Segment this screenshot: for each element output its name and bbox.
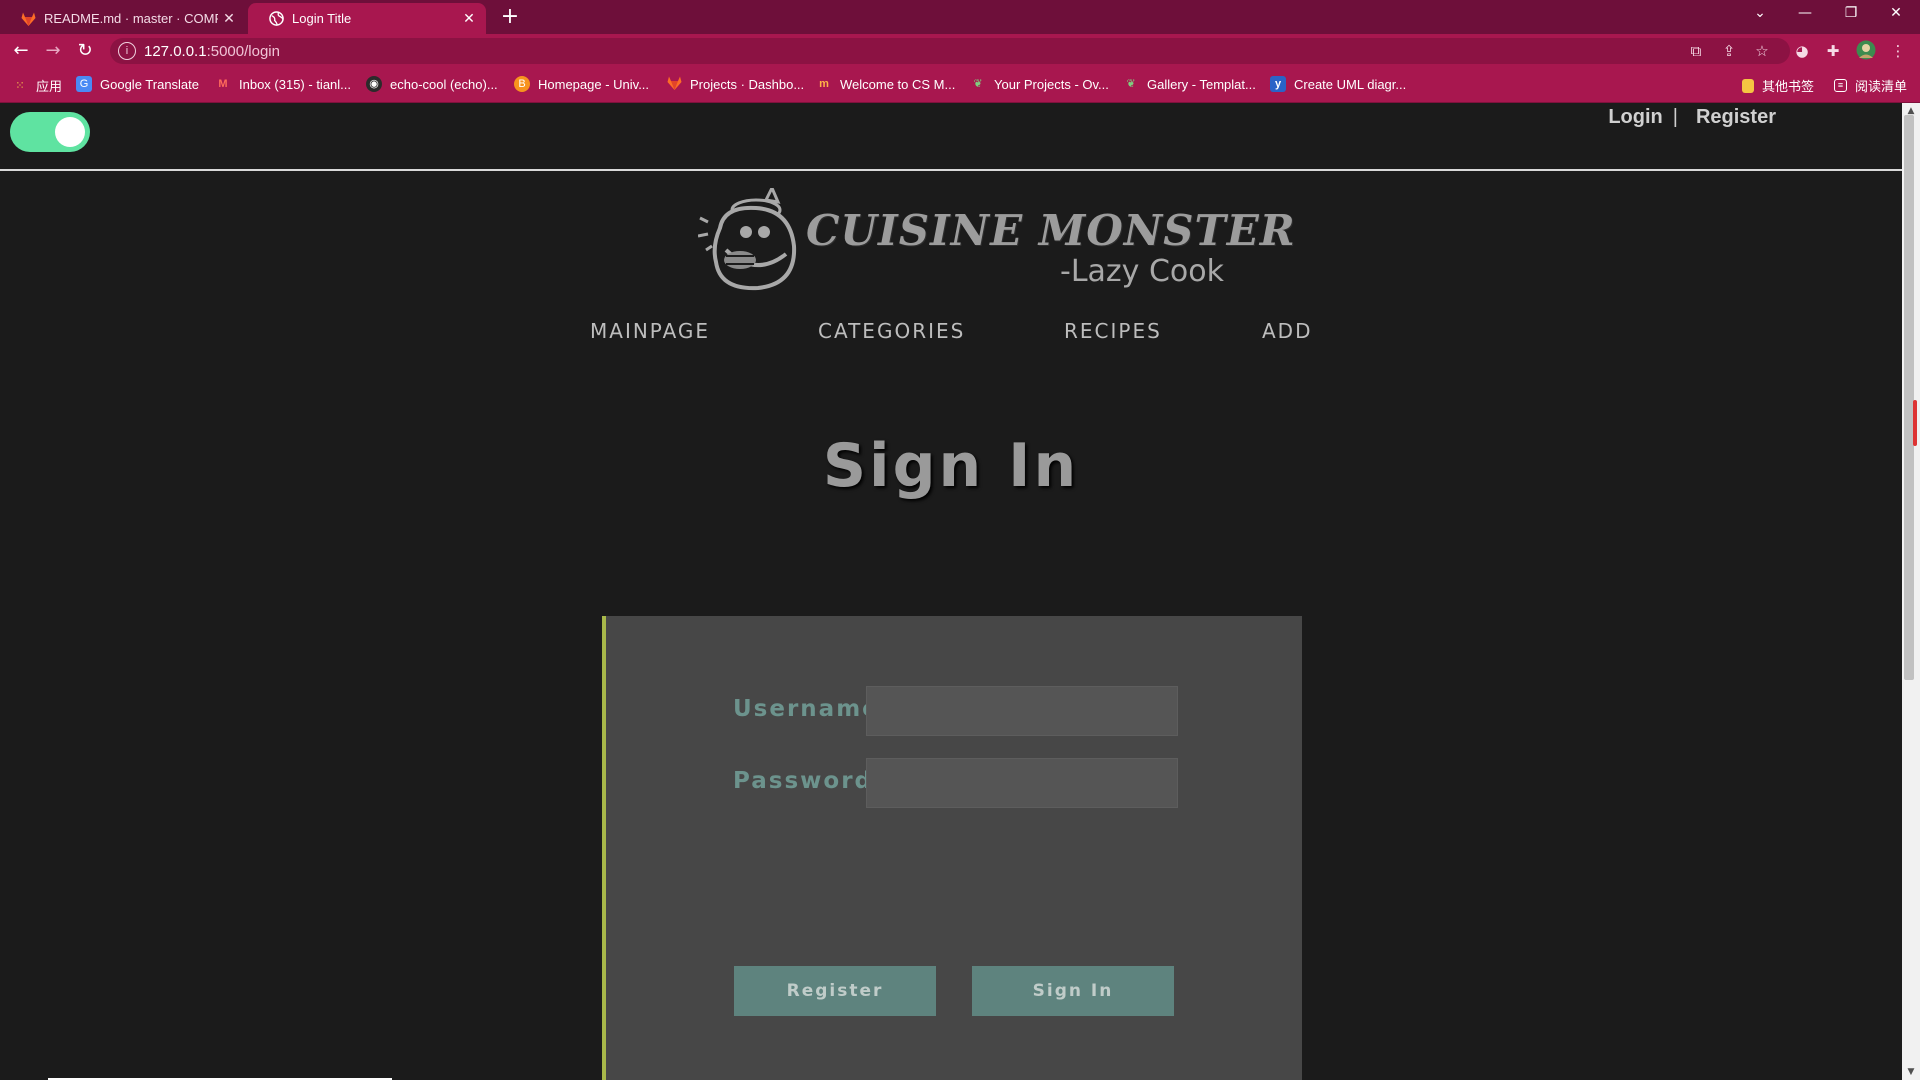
- github-icon: ◉: [366, 76, 382, 92]
- reload-icon[interactable]: ↻: [72, 40, 98, 61]
- bookmark-label: Inbox (315) - tianl...: [239, 76, 351, 92]
- brand-name: CUISINE MONSTER: [806, 206, 1296, 255]
- tab-search-icon[interactable]: ⌄: [1740, 5, 1780, 21]
- gitlab-icon: [666, 76, 682, 92]
- nav-add[interactable]: ADD: [1262, 319, 1312, 343]
- tab-title: README.md · master · COMP3: [44, 11, 218, 26]
- star-bookmark-icon[interactable]: ☆: [1752, 42, 1772, 60]
- bookmark-label: Gallery - Templat...: [1147, 76, 1256, 92]
- site-info-icon[interactable]: i: [118, 42, 136, 60]
- restore-icon[interactable]: ❐: [1831, 5, 1871, 21]
- close-icon[interactable]: ✕: [458, 10, 480, 27]
- auth-separator: |: [1672, 105, 1678, 128]
- url-host: 127.0.0.1: [144, 42, 207, 60]
- gitlab-icon: [20, 11, 36, 27]
- main-navigation: MAINPAGE CATEGORIES RECIPES ADD: [0, 319, 1902, 349]
- new-tab-button[interactable]: +: [496, 6, 524, 28]
- sign-in-button[interactable]: Sign In: [972, 966, 1174, 1016]
- bookmarks-bar: ⁙ 应用 G Google Translate M Inbox (315) - …: [0, 68, 1920, 103]
- tab-readme[interactable]: README.md · master · COMP3 ✕: [0, 3, 246, 34]
- bookmark-google-translate[interactable]: G Google Translate: [76, 76, 199, 92]
- back-arrow-icon[interactable]: ←: [8, 40, 34, 61]
- other-bookmarks[interactable]: 其他书签: [1742, 76, 1814, 95]
- apps-grid-icon: ⁙: [15, 79, 25, 92]
- bookmark-homepage[interactable]: B Homepage - Univ...: [514, 76, 649, 92]
- login-link[interactable]: Login: [1608, 106, 1662, 129]
- page-title: Sign In: [822, 431, 1080, 501]
- bookmark-apps[interactable]: ⁙ 应用: [12, 76, 62, 95]
- browser-menu-icon[interactable]: ⋮: [1888, 42, 1908, 60]
- bookmark-inbox[interactable]: M Inbox (315) - tianl...: [215, 76, 351, 92]
- toggle-knob: [55, 117, 85, 147]
- bookmark-label: echo-cool (echo)...: [390, 76, 498, 92]
- bookmark-cs[interactable]: m Welcome to CS M...: [816, 76, 955, 92]
- bookmark-overleaf-projects[interactable]: ❦ Your Projects - Ov...: [970, 76, 1109, 92]
- web-page: Login | Register CUISINE MONSTER -Lazy C…: [0, 103, 1902, 1080]
- window-close-icon[interactable]: ✕: [1876, 5, 1916, 21]
- site-top-bar: Login | Register: [0, 103, 1902, 171]
- extension-color-icon[interactable]: ◕: [1792, 42, 1812, 60]
- page-scrollbar[interactable]: ▲ ▼: [1902, 103, 1920, 1080]
- bookmark-label: Homepage - Univ...: [538, 76, 650, 92]
- bookmark-label: Your Projects - Ov...: [994, 76, 1109, 92]
- bookmark-label: Projects · Dashbo...: [690, 76, 805, 92]
- bookmark-label: 应用: [36, 79, 63, 94]
- bookmark-label: 其他书签: [1762, 79, 1815, 94]
- translate-page-icon[interactable]: ⧉: [1686, 42, 1706, 60]
- bookmark-label: Google Translate: [100, 76, 200, 92]
- bookmark-label: Create UML diagr...: [1294, 76, 1407, 92]
- reading-list-icon: ≡: [1834, 79, 1847, 92]
- monster-mascot-icon: [698, 188, 797, 291]
- tab-login[interactable]: Login Title ✕: [248, 3, 486, 34]
- register-button[interactable]: Register: [734, 966, 936, 1016]
- auth-links: Login | Register: [1608, 104, 1776, 130]
- brand-tagline: -Lazy Cook: [1060, 254, 1224, 289]
- browser-tab-strip: README.md · master · COMP3 ✕ Login Title…: [0, 0, 1920, 34]
- password-label: Password: [733, 768, 873, 794]
- username-label: Username: [733, 696, 880, 722]
- globe-icon: [268, 11, 284, 27]
- register-link[interactable]: Register: [1696, 106, 1776, 129]
- password-input[interactable]: [866, 758, 1178, 808]
- moodle-icon: B: [514, 76, 530, 92]
- nav-mainpage[interactable]: MAINPAGE: [590, 319, 710, 343]
- site-logo[interactable]: CUISINE MONSTER -Lazy Cook: [698, 188, 1295, 298]
- bookmark-overleaf-gallery[interactable]: ❦ Gallery - Templat...: [1123, 76, 1256, 92]
- scroll-down-icon[interactable]: ▼: [1902, 1064, 1920, 1080]
- reading-list[interactable]: ≡ 阅读清单: [1834, 76, 1907, 95]
- overleaf-icon: ❦: [1126, 78, 1136, 90]
- scrollbar-thumb[interactable]: [1904, 115, 1914, 680]
- share-icon[interactable]: ⇪: [1719, 42, 1739, 60]
- bookmark-projects[interactable]: Projects · Dashbo...: [666, 76, 804, 92]
- nav-categories[interactable]: CATEGORIES: [818, 319, 965, 343]
- overleaf-icon: ❦: [973, 78, 983, 90]
- bookmark-label: 阅读清单: [1855, 79, 1908, 94]
- address-bar[interactable]: i 127.0.0.1:5000/login: [110, 38, 1790, 64]
- close-icon[interactable]: ✕: [218, 10, 240, 27]
- bookmark-uml[interactable]: y Create UML diagr...: [1270, 76, 1406, 92]
- bookmark-github[interactable]: ◉ echo-cool (echo)...: [366, 76, 498, 92]
- scroll-position-marker: [1913, 400, 1917, 446]
- browser-toolbar: ← → ↻ i 127.0.0.1:5000/login ⧉ ⇪ ☆ ◕ ✚ ⋮: [0, 34, 1920, 68]
- extensions-puzzle-icon[interactable]: ✚: [1823, 42, 1843, 60]
- username-input[interactable]: [866, 686, 1178, 736]
- theme-toggle[interactable]: [10, 112, 90, 152]
- gmail-icon: M: [218, 78, 228, 90]
- tab-title: Login Title: [292, 11, 352, 26]
- forward-arrow-icon[interactable]: →: [40, 40, 66, 61]
- url-path: :5000/login: [206, 42, 280, 60]
- folder-icon: [1742, 78, 1754, 93]
- bookmark-label: Welcome to CS M...: [840, 76, 956, 92]
- minimize-icon[interactable]: —: [1785, 5, 1825, 21]
- translate-icon: G: [76, 76, 92, 92]
- yuml-icon: y: [1270, 76, 1286, 92]
- m-icon: m: [819, 78, 829, 90]
- profile-avatar-icon[interactable]: [1856, 40, 1876, 64]
- nav-recipes[interactable]: RECIPES: [1064, 319, 1162, 343]
- login-form: Username Password Register Sign In: [602, 616, 1302, 1080]
